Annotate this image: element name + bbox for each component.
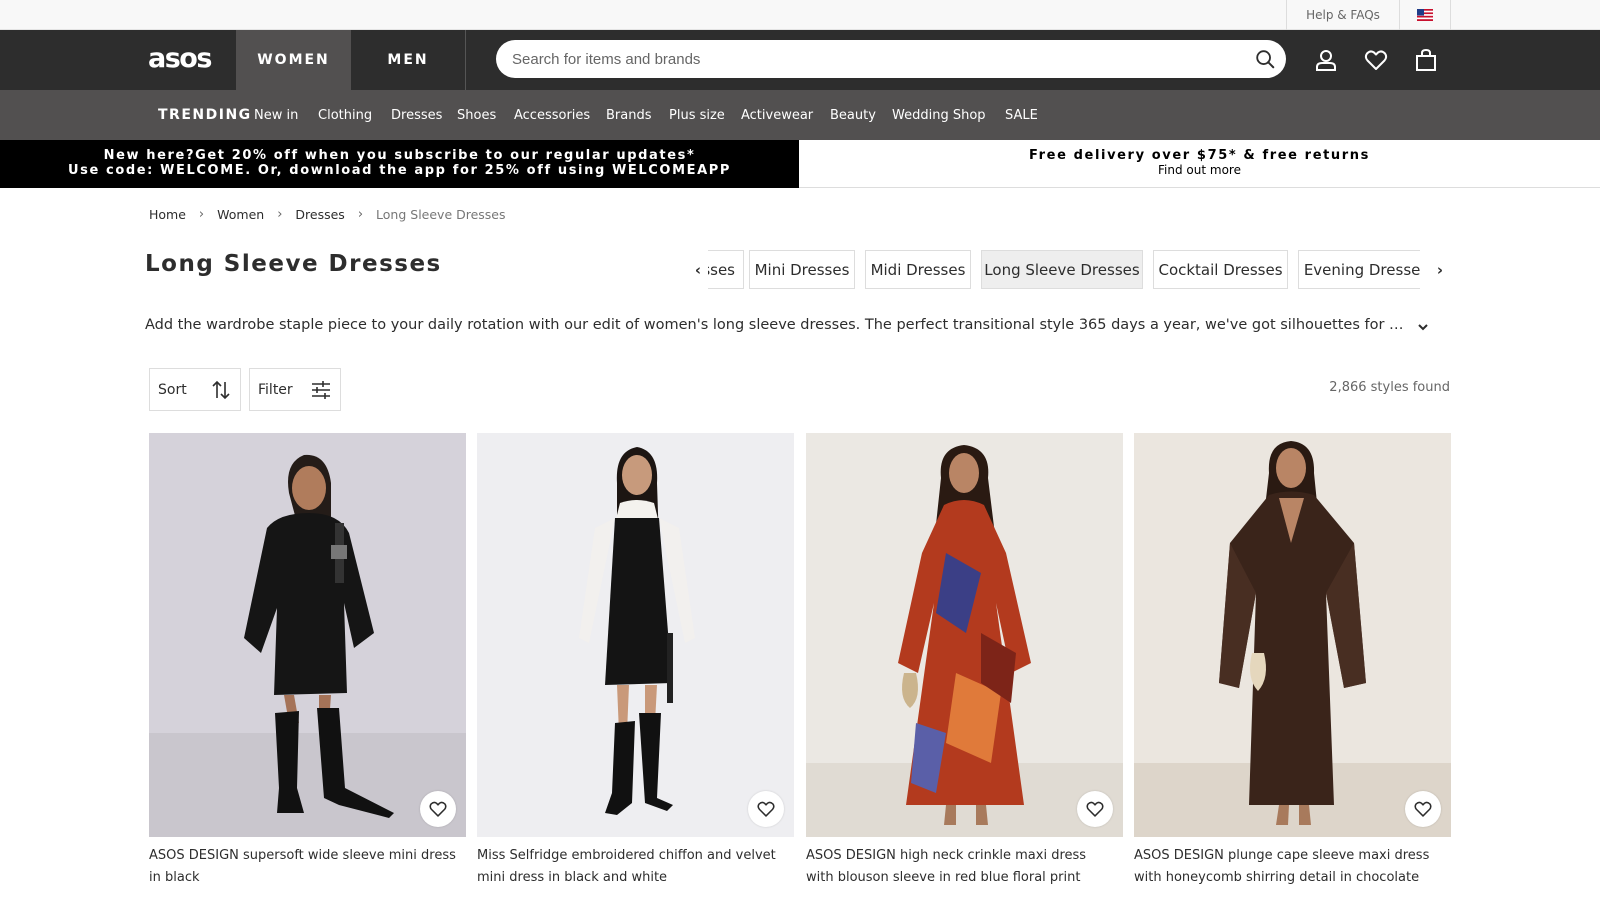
promo-line-1: New here?Get 20% off when you subscribe …: [103, 148, 696, 163]
sort-button[interactable]: Sort: [149, 368, 241, 411]
search-input[interactable]: [512, 40, 1232, 78]
account-icon[interactable]: [1313, 47, 1339, 73]
breadcrumb-current: Long Sleeve Dresses: [376, 207, 506, 222]
product-name[interactable]: Miss Selfridge embroidered chiffon and v…: [477, 845, 787, 888]
product-name[interactable]: ASOS DESIGN high neck crinkle maxi dress…: [806, 845, 1116, 888]
product-name[interactable]: ASOS DESIGN supersoft wide sleeve mini d…: [149, 845, 459, 888]
heart-icon: [757, 801, 775, 817]
promo-banner-welcome[interactable]: New here?Get 20% off when you subscribe …: [0, 140, 799, 188]
breadcrumb-separator: ›: [277, 207, 283, 222]
woman-in-red-blue-print-maxi-dress: [806, 433, 1123, 837]
page-title: Long Sleeve Dresses: [145, 251, 442, 277]
product-card[interactable]: ASOS DESIGN supersoft wide sleeve mini d…: [149, 433, 466, 900]
chevron-down-icon[interactable]: [1413, 318, 1433, 336]
heart-icon: [1414, 801, 1432, 817]
tab-men[interactable]: MEN: [351, 30, 466, 90]
product-card[interactable]: ASOS DESIGN high neck crinkle maxi dress…: [806, 433, 1123, 900]
styles-found-count: 2,866 styles found: [1329, 380, 1450, 395]
breadcrumb-home[interactable]: Home: [149, 207, 186, 222]
utility-bar: Help & FAQs: [0, 0, 1600, 30]
category-description: Add the wardrobe staple piece to your da…: [145, 317, 1405, 333]
saved-items-icon[interactable]: [1363, 47, 1389, 73]
pills-track: sses Mini Dresses Midi Dresses Long Slee…: [708, 250, 1420, 290]
pill-partial[interactable]: sses: [708, 250, 744, 289]
main-header: asos WOMEN MEN: [0, 30, 1600, 90]
breadcrumb-separator: ›: [357, 207, 364, 222]
woman-in-chocolate-chiffon-maxi-dress: [1134, 433, 1451, 837]
nav-item-sale[interactable]: SALE: [1005, 90, 1038, 140]
country-selector[interactable]: [1399, 0, 1451, 30]
search-bar: [496, 40, 1286, 78]
nav-item-clothing[interactable]: Clothing: [318, 90, 372, 140]
nav-item-new-in[interactable]: New in: [254, 90, 298, 140]
category-pills: ‹ sses Mini Dresses Midi Dresses Long Sl…: [688, 250, 1450, 290]
woman-in-black-velvet-mini-dress-white-sleeves: [477, 433, 794, 837]
nav-item-dresses[interactable]: Dresses: [391, 90, 442, 140]
breadcrumb-dresses[interactable]: Dresses: [295, 207, 344, 222]
heart-icon: [1086, 801, 1104, 817]
promo-banner-delivery[interactable]: Free delivery over $75* & free returns F…: [799, 140, 1600, 188]
product-name[interactable]: ASOS DESIGN plunge cape sleeve maxi dres…: [1134, 845, 1444, 888]
product-card[interactable]: Miss Selfridge embroidered chiffon and v…: [477, 433, 794, 900]
product-image[interactable]: [806, 433, 1123, 837]
save-for-later-button[interactable]: [420, 791, 456, 827]
category-nav: TRENDING New in Clothing Dresses Shoes A…: [0, 90, 1600, 140]
product-card[interactable]: ASOS DESIGN plunge cape sleeve maxi dres…: [1134, 433, 1451, 900]
pills-next-arrow[interactable]: ›: [1430, 260, 1450, 280]
us-flag-icon: [1417, 9, 1433, 21]
delivery-title: Free delivery over $75* & free returns: [1029, 148, 1370, 163]
sort-icon: [212, 380, 230, 400]
woman-in-black-mini-dress-and-knee-boots: [149, 433, 466, 837]
find-out-more-link[interactable]: Find out more: [799, 163, 1600, 178]
help-faqs-link[interactable]: Help & FAQs: [1286, 0, 1399, 30]
product-image[interactable]: [149, 433, 466, 837]
save-for-later-button[interactable]: [1077, 791, 1113, 827]
save-for-later-button[interactable]: [748, 791, 784, 827]
nav-item-beauty[interactable]: Beauty: [830, 90, 876, 140]
save-for-later-button[interactable]: [1405, 791, 1441, 827]
breadcrumb-women[interactable]: Women: [217, 207, 264, 222]
nav-item-wedding-shop[interactable]: Wedding Shop: [892, 90, 986, 140]
pills-prev-arrow[interactable]: ‹: [688, 260, 708, 280]
bag-icon[interactable]: [1413, 47, 1439, 73]
breadcrumb-separator: ›: [198, 207, 205, 222]
heart-icon: [429, 801, 447, 817]
nav-item-accessories[interactable]: Accessories: [514, 90, 590, 140]
pill-long-sleeve-dresses[interactable]: Long Sleeve Dresses: [981, 250, 1143, 289]
pill-cocktail-dresses[interactable]: Cocktail Dresses: [1153, 250, 1288, 289]
product-image[interactable]: [477, 433, 794, 837]
filter-icon: [312, 381, 330, 399]
pill-midi-dresses[interactable]: Midi Dresses: [865, 250, 971, 289]
nav-item-plus-size[interactable]: Plus size: [669, 90, 725, 140]
filter-button[interactable]: Filter: [249, 368, 341, 411]
tab-women[interactable]: WOMEN: [236, 30, 351, 90]
search-icon[interactable]: [1254, 48, 1276, 70]
breadcrumb: Home › Women › Dresses › Long Sleeve Dre…: [149, 207, 506, 222]
filter-label: Filter: [258, 381, 293, 398]
nav-item-brands[interactable]: Brands: [606, 90, 652, 140]
product-image[interactable]: [1134, 433, 1451, 837]
nav-item-activewear[interactable]: Activewear: [741, 90, 813, 140]
promo-line-2: Use code: WELCOME. Or, download the app …: [67, 163, 732, 178]
nav-item-shoes[interactable]: Shoes: [457, 90, 496, 140]
sort-label: Sort: [158, 381, 187, 398]
pill-evening-dresses[interactable]: Evening Dresses: [1298, 250, 1420, 289]
asos-logo[interactable]: asos: [148, 43, 212, 74]
pill-mini-dresses[interactable]: Mini Dresses: [749, 250, 855, 289]
nav-item-trending[interactable]: TRENDING: [158, 90, 252, 140]
